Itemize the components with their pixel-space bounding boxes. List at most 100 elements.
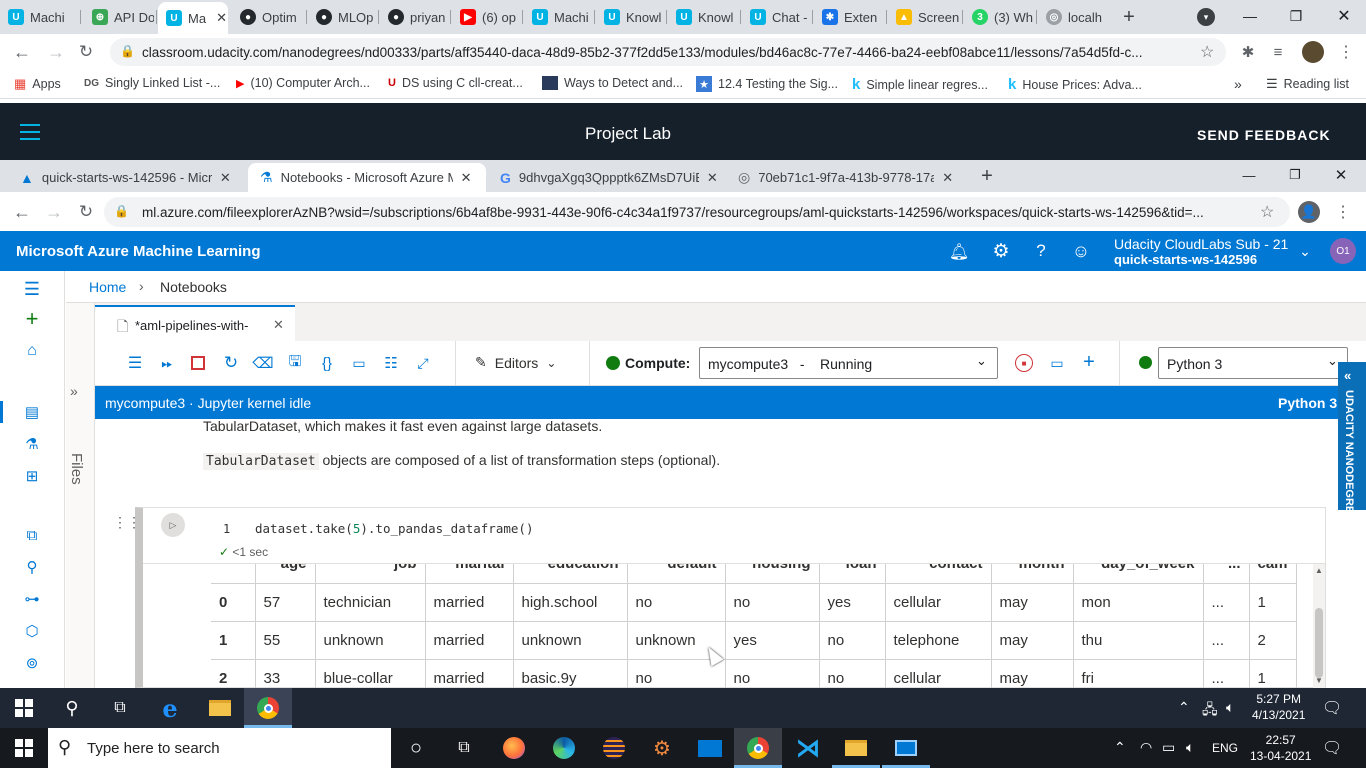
notebooks-icon[interactable]: ▤ (22, 402, 42, 422)
add-compute-icon[interactable]: + (1079, 351, 1099, 373)
bookmark-apps[interactable]: ▦ Apps (14, 76, 61, 92)
network-icon[interactable]: 🖧 (1202, 699, 1218, 723)
expand-icon[interactable]: ⤢ (413, 353, 433, 373)
home-icon[interactable]: ⌂ (22, 341, 42, 361)
edge-icon[interactable] (540, 728, 588, 768)
outer-tab[interactable]: ▲ Screen (888, 4, 962, 30)
outer-tab[interactable]: ● MLOp (308, 4, 378, 30)
task-view-icon[interactable]: ⧉ (440, 728, 488, 768)
bell-icon[interactable]: 🔔︎ (948, 241, 970, 263)
media-icon[interactable]: ≡ (1268, 42, 1288, 62)
restart-icon[interactable]: ↻ (221, 353, 241, 373)
clock[interactable]: 5:27 PM 4/13/2021 (1252, 691, 1305, 723)
inner-tab[interactable]: ◎ 70eb71c1-9f7a-413b-9778-17a1c ✕ (726, 163, 960, 192)
bookmark[interactable]: ★ 12.4 Testing the Sig... (696, 76, 838, 92)
inner-tab-active[interactable]: ⚗ Notebooks - Microsoft Azure Ma ✕ (248, 163, 486, 192)
subscription-switcher[interactable]: Udacity CloudLabs Sub - 21 quick-starts-… (1114, 236, 1288, 268)
stop-compute-icon[interactable]: ■ (1015, 354, 1033, 372)
stop-icon[interactable] (191, 356, 205, 370)
outer-tab[interactable]: U Machi (524, 4, 594, 30)
gear-icon[interactable]: ⚙ (990, 240, 1012, 262)
back-icon[interactable]: ← (12, 202, 32, 222)
bookmark[interactable]: k House Prices: Adva... (1008, 76, 1142, 93)
back-icon[interactable]: ← (12, 42, 32, 62)
mail-icon[interactable] (686, 728, 734, 768)
minimize-icon[interactable]: — (1238, 164, 1260, 186)
outer-tab[interactable]: 3 (3) Wh (964, 4, 1036, 30)
profile-avatar[interactable] (1302, 41, 1324, 63)
chrome-icon[interactable] (734, 728, 782, 768)
help-icon[interactable]: ? (1030, 240, 1052, 262)
run-cell-icon[interactable]: ▷ (161, 513, 185, 537)
remote-desktop-icon[interactable] (882, 728, 930, 768)
code-cell[interactable]: ▷ 1 dataset.take(5).to_pandas_dataframe(… (135, 507, 1326, 688)
profile-icon[interactable]: 👤 (1298, 201, 1320, 223)
avatar[interactable]: O1 (1330, 238, 1356, 264)
files-panel-toggle[interactable]: » Files (66, 303, 95, 688)
variables-icon[interactable]: {} (317, 353, 337, 373)
bookmark[interactable]: k Simple linear regres... (852, 76, 988, 93)
restore-icon[interactable]: ❐ (1284, 164, 1306, 186)
udacity-demo-banner[interactable]: « UDACITY NANODEGREE DEMO (1338, 362, 1366, 557)
automl-icon[interactable]: ⚗ (22, 434, 42, 454)
inner-omnibox[interactable]: 🔒 ml.azure.com/fileexplorerAzNB?wsid=/su… (104, 197, 1290, 227)
star-icon[interactable]: ☆ (1200, 42, 1214, 62)
taskbar-search-box[interactable]: ⚲ Type here to search (48, 728, 391, 768)
endpoints-icon[interactable]: ⊚ (22, 653, 42, 673)
vscode-icon[interactable]: ⋊ (784, 728, 832, 768)
wifi-icon[interactable]: ◠ (1140, 739, 1152, 756)
restore-icon[interactable]: ❐ (1284, 4, 1308, 28)
bookmark[interactable]: ▶ (10) Computer Arch... (236, 76, 370, 90)
compute-terminal-icon[interactable]: ▭ (1047, 353, 1067, 373)
task-view-icon[interactable]: ⧉ (96, 688, 144, 728)
star-icon[interactable]: ☆ (1260, 202, 1274, 222)
internet-explorer-icon[interactable]: e (146, 688, 194, 728)
reading-list[interactable]: ☰ Reading list (1266, 76, 1349, 92)
bookmark[interactable]: DG Singly Linked List -... (84, 76, 220, 90)
chrome-icon[interactable] (244, 688, 292, 728)
chevron-down-icon[interactable]: ⌄ (1294, 240, 1316, 262)
outer-tab[interactable]: ✱ Exten (814, 4, 886, 30)
close-icon[interactable]: ✕ (707, 170, 718, 186)
scroll-down-icon[interactable]: ▼ (1315, 676, 1323, 685)
close-window-icon[interactable]: ✕ (1330, 164, 1352, 186)
scroll-up-icon[interactable]: ▲ (1315, 566, 1323, 575)
kernel-select[interactable]: Python 3 ⌄ (1158, 347, 1348, 379)
volume-icon[interactable]: 🔈︎ (1186, 739, 1194, 756)
feedback-smiley-icon[interactable]: ☺ (1070, 240, 1092, 262)
compute-select[interactable]: mycompute3 - Running ⌄ (699, 347, 998, 379)
clear-output-icon[interactable]: ⌫ (252, 353, 273, 373)
outer-tab[interactable]: U Knowl (596, 4, 666, 30)
pipelines-icon[interactable]: ⊶ (22, 589, 42, 609)
menu-icon[interactable]: ⋮ (1336, 42, 1356, 62)
terminal-icon[interactable]: ▭ (349, 353, 369, 373)
output-scrollbar[interactable]: ▲ ▼ (1313, 564, 1325, 688)
outer-tab[interactable]: ◎ localh (1038, 4, 1110, 30)
windows-start-icon[interactable] (0, 688, 48, 728)
outer-tab[interactable]: U Machi (0, 4, 78, 30)
language-indicator[interactable]: ENG (1212, 741, 1238, 755)
inner-tab[interactable]: ▲ quick-starts-ws-142596 - Micros ✕ (8, 163, 244, 192)
close-icon[interactable]: ✕ (216, 10, 227, 26)
volume-icon[interactable]: 🔈︎ (1226, 699, 1234, 716)
firefox-icon[interactable] (490, 728, 538, 768)
file-explorer-icon[interactable] (196, 688, 244, 728)
new-tab-icon[interactable]: + (976, 165, 998, 187)
send-feedback-button[interactable]: SEND FEEDBACK (1197, 127, 1331, 143)
dev-tool-icon[interactable]: ⚙ (638, 728, 686, 768)
save-icon[interactable]: 🖫 (285, 353, 305, 373)
outer-tab[interactable]: U Chat - (742, 4, 812, 30)
windows-start-icon[interactable] (0, 728, 48, 768)
menu-icon[interactable]: ⋮ (1334, 202, 1352, 222)
inner-tab[interactable]: G 9dhvgaXgq3Qppptk6ZMsD7UiEc ✕ (488, 163, 722, 192)
outer-tab[interactable]: U Knowl (668, 4, 740, 30)
collapse-chevron-icon[interactable]: « (1344, 368, 1351, 383)
outer-tab[interactable]: ● Optim (232, 4, 306, 30)
editors-dropdown[interactable]: ✎ Editors ⌄ (475, 354, 556, 371)
outer-tab[interactable]: ● priyan (380, 4, 450, 30)
close-icon[interactable]: ✕ (942, 170, 953, 186)
forward-icon[interactable]: → (46, 42, 66, 62)
reload-icon[interactable]: ↻ (76, 42, 96, 62)
menu-icon[interactable]: ☰ (22, 279, 42, 299)
tab-search-icon[interactable]: ▾ (1197, 8, 1215, 26)
